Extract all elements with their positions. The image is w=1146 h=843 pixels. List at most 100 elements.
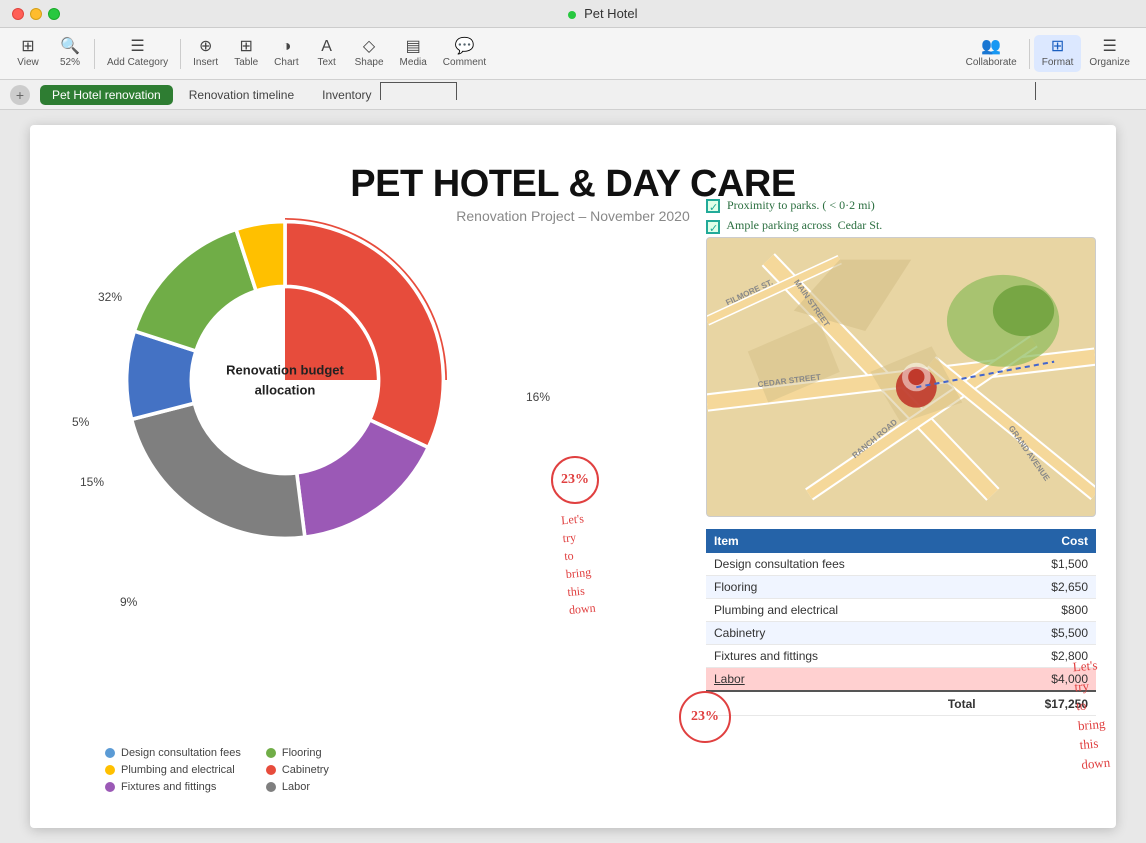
view-button[interactable]: ⊞ View (8, 35, 48, 72)
collaborate-button[interactable]: 👥 Collaborate (958, 35, 1025, 72)
table-row: Labor$4,000 (706, 668, 1096, 692)
sep3 (1029, 39, 1030, 69)
legend-label-5: Labor (282, 781, 310, 793)
pct-15: 15% (80, 475, 104, 489)
table-row: Plumbing and electrical$800 (706, 599, 1096, 622)
legend-dot-1 (266, 748, 276, 758)
table-row: Fixtures and fittings$2,800 (706, 645, 1096, 668)
table-cell-cost: $1,500 (984, 553, 1096, 576)
pct-5: 5% (72, 415, 89, 429)
tabs-bar: + Pet Hotel renovation Renovation timeli… (0, 80, 1146, 110)
annotation-line2: ✓ Ample parking across Cedar St. (706, 215, 1096, 235)
add-tab-button[interactable]: + (10, 85, 30, 105)
organize-icon: ☰ (1103, 39, 1117, 55)
data-table: Item Cost Design consultation fees$1,500… (706, 529, 1096, 716)
pct-23-text: 23% (561, 472, 589, 488)
sep2 (180, 39, 181, 69)
media-button[interactable]: ▤ Media (392, 35, 435, 72)
legend-item-4: Fixtures and fittings (105, 781, 241, 793)
donut-center-label: Renovation budget allocation (195, 361, 375, 400)
view-icon: ⊞ (21, 39, 34, 55)
table-header-row: Item Cost (706, 529, 1096, 553)
window-title: Pet Hotel (60, 6, 1146, 21)
table-total-label: Total (706, 691, 984, 716)
minimize-button[interactable] (30, 8, 42, 20)
table-cell-item: Plumbing and electrical (706, 599, 984, 622)
map-container[interactable]: MAIN STREET CEDAR STREET RANCH ROAD GRAN… (706, 237, 1096, 517)
table-row: Cabinetry$5,500 (706, 622, 1096, 645)
table-icon: ⊞ (239, 39, 252, 55)
table-cell-item: Flooring (706, 576, 984, 599)
format-button[interactable]: ⊞ Format (1034, 35, 1082, 72)
tab-inventory[interactable]: Inventory (310, 85, 383, 105)
close-button[interactable] (12, 8, 24, 20)
col-cost-header: Cost (984, 529, 1096, 553)
table-cell-item: Design consultation fees (706, 553, 984, 576)
legend-dot-0 (105, 748, 115, 758)
legend-item-0: Design consultation fees (105, 747, 241, 759)
legend: Design consultation fees Flooring Plumbi… (105, 747, 402, 793)
col-item-header: Item (706, 529, 984, 553)
legend-item-2: Plumbing and electrical (105, 764, 241, 776)
shape-button[interactable]: ◇ Shape (347, 35, 392, 72)
table-cell-cost: $5,500 (984, 622, 1096, 645)
table-cell-cost: $800 (984, 599, 1096, 622)
table-row: Flooring$2,650 (706, 576, 1096, 599)
titlebar: Pet Hotel (0, 0, 1146, 28)
right-annotation-line (1035, 82, 1036, 100)
legend-dot-3 (266, 765, 276, 775)
text-button[interactable]: A Text (307, 35, 347, 72)
legend-dot-2 (105, 765, 115, 775)
legend-label-3: Cabinetry (282, 764, 329, 776)
circle-annotation: 23% (679, 691, 731, 743)
legend-label-0: Design consultation fees (121, 747, 241, 759)
insert-icon: ⊕ (199, 39, 212, 55)
legend-item-1: Flooring (266, 747, 402, 759)
organize-button[interactable]: ☰ Organize (1081, 35, 1138, 72)
table-button[interactable]: ⊞ Table (226, 35, 266, 72)
chart-button[interactable]: ◑ Chart (266, 35, 306, 72)
zoom-button[interactable]: 🔍 52% (50, 35, 90, 72)
legend-item-5: Labor (266, 781, 402, 793)
map-svg: MAIN STREET CEDAR STREET RANCH ROAD GRAN… (707, 238, 1095, 516)
sep1 (94, 39, 95, 69)
add-category-button[interactable]: ☰ Add Category (99, 35, 176, 72)
tab-renovation-timeline[interactable]: Renovation timeline (177, 85, 306, 105)
traffic-lights (0, 8, 60, 20)
text-icon: A (321, 39, 332, 55)
annotation-line1: ✓ Proximity to parks. ( < 0·2 mi) (706, 195, 1096, 215)
legend-label-4: Fixtures and fittings (121, 781, 216, 793)
legend-label-1: Flooring (282, 747, 322, 759)
maximize-button[interactable] (48, 8, 60, 20)
pct-9: 9% (120, 595, 137, 609)
add-category-icon: ☰ (130, 39, 144, 55)
right-panel: ✓ Proximity to parks. ( < 0·2 mi) ✓ Ampl… (706, 195, 1096, 818)
left-annotation-line (456, 82, 457, 100)
pct-16: 16% (526, 390, 550, 404)
map-annotation-lines: ✓ Proximity to parks. ( < 0·2 mi) ✓ Ampl… (706, 195, 1096, 236)
donut-chart[interactable]: Renovation budget allocation (105, 200, 465, 560)
view-group: ⊞ View 🔍 52% (8, 35, 90, 72)
handwriting-note: Let's tryto bringthis down (1072, 655, 1111, 774)
canvas: PET HOTEL & DAY CARE Renovation Project … (0, 110, 1146, 843)
map-annotations-text: ✓ Proximity to parks. ( < 0·2 mi) ✓ Ampl… (706, 195, 1096, 235)
comment-icon: 💬 (455, 39, 475, 55)
collaborate-icon: 👥 (981, 39, 1001, 55)
pct-23-circle: 23% (551, 456, 599, 504)
legend-dot-4 (105, 782, 115, 792)
comment-button[interactable]: 💬 Comment (435, 35, 494, 72)
legend-label-2: Plumbing and electrical (121, 764, 235, 776)
zoom-icon: 🔍 (60, 39, 80, 55)
left-annotation-line2 (380, 82, 457, 83)
lets-try-note: Let's tryto bringthis down (560, 509, 596, 619)
document-page: PET HOTEL & DAY CARE Renovation Project … (30, 125, 1116, 828)
shape-icon: ◇ (363, 39, 375, 55)
tab-pet-hotel-renovation[interactable]: Pet Hotel renovation (40, 85, 173, 105)
table-row: Design consultation fees$1,500 (706, 553, 1096, 576)
table-cell-item: Labor (706, 668, 984, 692)
left-annotation-line3 (380, 82, 381, 100)
insert-button[interactable]: ⊕ Insert (185, 35, 226, 72)
media-icon: ▤ (406, 39, 421, 55)
table-total-row: Total$17,250 (706, 691, 1096, 716)
title-status-dot (568, 11, 576, 19)
